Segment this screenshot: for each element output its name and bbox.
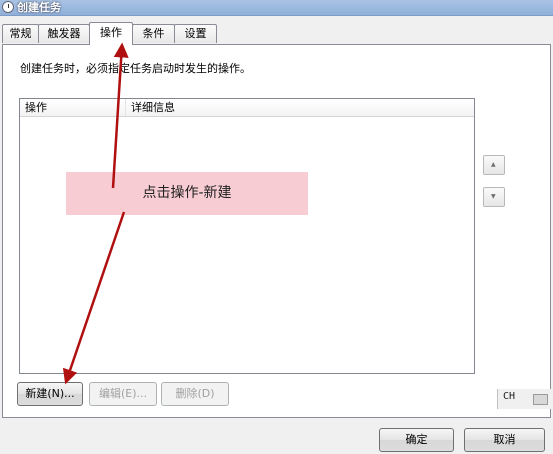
annotation-arrows	[62, 42, 129, 385]
arrow-to-actions-tab	[111, 42, 129, 189]
arrow-to-new-button	[62, 211, 126, 385]
